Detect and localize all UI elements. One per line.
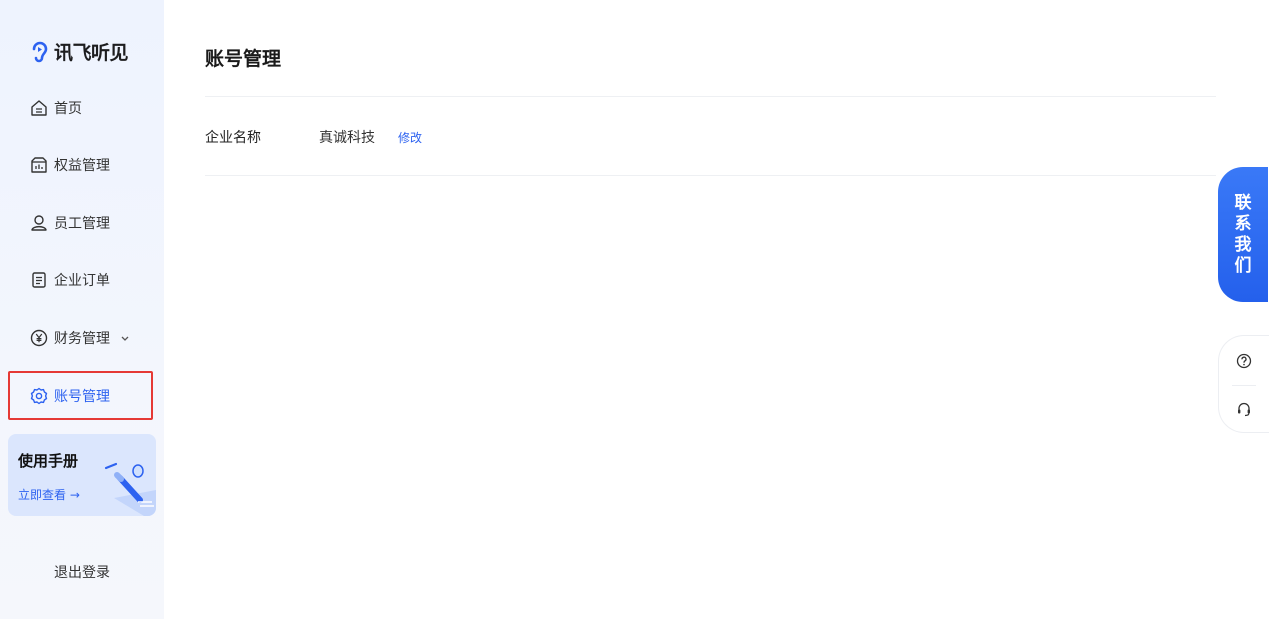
company-name-label: 企业名称 <box>205 130 261 146</box>
logo[interactable]: 讯飞听见 <box>30 36 129 66</box>
field-divider <box>205 175 1216 176</box>
manual-illustration-icon <box>104 462 156 516</box>
floating-toolbar <box>1218 335 1269 433</box>
title-divider <box>205 96 1216 97</box>
brand-name: 讯飞听见 <box>54 41 129 64</box>
manual-view-link[interactable]: 立即查看 → <box>18 486 80 503</box>
page-title: 账号管理 <box>205 48 282 70</box>
sidebar-item-label: 权益管理 <box>54 158 110 174</box>
sidebar-item-staff[interactable]: 员工管理 <box>14 204 150 242</box>
home-icon <box>31 100 47 116</box>
benefits-icon <box>31 157 47 173</box>
contact-char: 我 <box>1234 234 1252 255</box>
sidebar-item-label: 财务管理 <box>54 331 110 347</box>
toolbar-divider <box>1232 385 1256 386</box>
sidebar-item-label: 首页 <box>54 101 82 117</box>
sidebar-item-home[interactable]: 首页 <box>14 89 150 127</box>
chevron-down-icon[interactable] <box>120 333 130 343</box>
contact-char: 联 <box>1234 192 1252 213</box>
manual-card[interactable]: 使用手册 立即查看 → <box>8 434 156 516</box>
sidebar-item-benefits[interactable]: 权益管理 <box>14 146 150 184</box>
logout-button[interactable]: 退出登录 <box>0 562 164 582</box>
sidebar-item-label: 企业订单 <box>54 273 110 289</box>
contact-char: 系 <box>1234 213 1252 234</box>
active-item-highlight <box>8 371 153 420</box>
user-icon <box>31 215 47 231</box>
contact-char: 们 <box>1234 255 1252 276</box>
help-button[interactable] <box>1219 341 1269 381</box>
contact-us-button[interactable]: 联 系 我 们 <box>1218 167 1268 302</box>
sidebar-item-finance[interactable]: 财务管理 <box>14 319 150 357</box>
edit-company-name-link[interactable]: 修改 <box>398 129 422 146</box>
customer-service-button[interactable] <box>1219 389 1269 429</box>
order-icon <box>32 272 46 288</box>
manual-title: 使用手册 <box>18 452 79 470</box>
help-icon <box>1236 353 1252 369</box>
sidebar-item-label: 员工管理 <box>54 216 110 232</box>
headset-icon <box>1238 402 1250 417</box>
ear-logo-icon <box>32 41 48 63</box>
sidebar: 讯飞听见 首页 权益管理 员工管理 企业订单 财务管理 账号管理 使用手册 立即… <box>0 0 164 619</box>
company-name-value: 真诚科技 <box>319 130 375 146</box>
sidebar-item-orders[interactable]: 企业订单 <box>14 261 150 299</box>
yen-icon <box>30 329 48 347</box>
